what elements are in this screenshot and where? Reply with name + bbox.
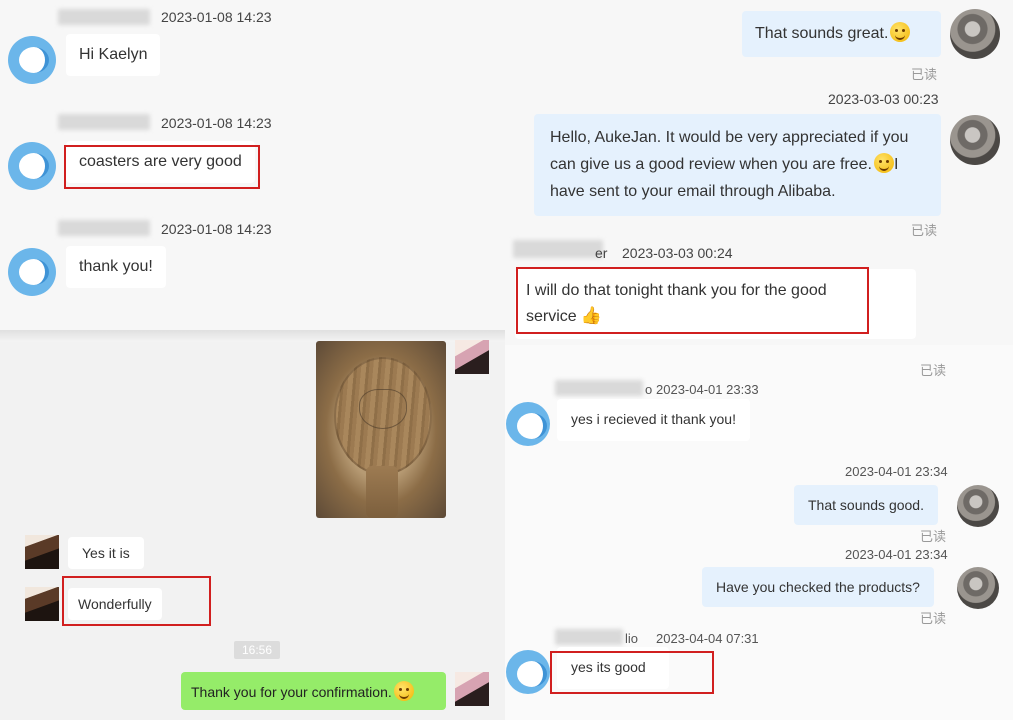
- avatar[interactable]: [506, 402, 550, 446]
- smiley-emoji-icon: [890, 22, 911, 42]
- message-time: 2023-04-01 23:34: [845, 464, 948, 479]
- own-message-bubble: That sounds great.: [742, 11, 941, 57]
- avatar[interactable]: [25, 587, 59, 621]
- screenshot-collage: 2023-01-08 14:23 Hi Kaelyn 2023-01-08 14…: [0, 0, 1013, 720]
- message-bubble: Wonderfully: [68, 588, 162, 620]
- chat-panel-bottom-right: 已读 o 2023-04-01 23:33 yes i recieved it …: [505, 345, 1013, 720]
- blurred-sender-name: [58, 114, 150, 130]
- message-time: 2023-01-08 14:23: [161, 9, 272, 25]
- coaster-handle: [366, 466, 398, 518]
- read-status: 已读: [920, 611, 947, 626]
- message-bubble: Yes it is: [68, 537, 144, 569]
- own-message-bubble: That sounds good.: [794, 485, 938, 525]
- engraving: [359, 389, 407, 429]
- message-time: 2023-03-03 00:23: [828, 91, 939, 107]
- message-bubble: yes its good: [557, 647, 669, 689]
- message-line: Hello, AukeJan. It would be very appreci…: [550, 129, 909, 146]
- message-time: 2023-01-08 14:23: [161, 221, 272, 237]
- message-line: service 👍: [526, 303, 905, 329]
- avatar[interactable]: [950, 9, 1000, 59]
- sender-fragment: er: [595, 245, 608, 261]
- own-message-bubble: Thank you for your confirmation.: [181, 672, 446, 710]
- own-message-bubble: Hello, AukeJan. It would be very appreci…: [534, 114, 941, 216]
- smiley-emoji-icon: [393, 681, 414, 701]
- message-line: I will do that tonight thank you for the…: [526, 282, 827, 299]
- message-bubble: Hi Kaelyn: [66, 34, 161, 76]
- read-status: 已读: [911, 67, 938, 82]
- avatar[interactable]: [8, 142, 56, 190]
- message-time: 2023-04-04 07:31: [656, 631, 759, 646]
- avatar[interactable]: [506, 650, 550, 694]
- avatar[interactable]: [950, 115, 1000, 165]
- own-message-bubble: Have you checked the products?: [702, 567, 934, 607]
- blurred-sender-name: [513, 240, 603, 258]
- avatar[interactable]: [455, 340, 489, 374]
- blurred-sender-name: [555, 629, 623, 645]
- message-bubble: coasters are very good: [66, 141, 255, 183]
- thumbs-up-icon: 👍: [580, 306, 602, 325]
- avatar[interactable]: [8, 248, 56, 296]
- smiley-emoji-icon: [873, 153, 894, 173]
- message-bubble: yes i recieved it thank you!: [557, 399, 750, 441]
- chat-panel-top-right: That sounds great. 已读 2023-03-03 00:23 H…: [505, 0, 1013, 345]
- product-photo[interactable]: [316, 341, 446, 518]
- sender-fragment: o: [645, 382, 653, 397]
- message-time: 2023-04-01 23:34: [845, 547, 948, 562]
- blurred-sender-name: [555, 380, 643, 396]
- message-time: 2023-03-03 00:24: [622, 245, 733, 261]
- avatar[interactable]: [8, 36, 56, 84]
- read-status: 已读: [911, 223, 938, 238]
- chat-panel-top-left: 2023-01-08 14:23 Hi Kaelyn 2023-01-08 14…: [0, 0, 505, 330]
- message-time: 2023-04-01 23:33: [656, 382, 759, 397]
- read-status: 已读: [920, 363, 947, 378]
- message-text: That sounds great.: [755, 25, 889, 42]
- avatar[interactable]: [957, 567, 999, 609]
- message-line: can give us a good review when you are f…: [550, 151, 925, 178]
- avatar[interactable]: [957, 485, 999, 527]
- message-line: have sent to your email through Alibaba.: [550, 183, 836, 200]
- sender-fragment: lio: [625, 631, 639, 646]
- time-chip: 16:56: [234, 641, 280, 659]
- message-bubble: I will do that tonight thank you for the…: [515, 269, 916, 339]
- read-status: 已读: [920, 529, 947, 544]
- message-time: 2023-01-08 14:23: [161, 115, 272, 131]
- message-text: Thank you for your confirmation.: [191, 684, 392, 700]
- blurred-sender-name: [58, 9, 150, 25]
- blurred-sender-name: [58, 220, 150, 236]
- avatar[interactable]: [25, 535, 59, 569]
- avatar[interactable]: [455, 672, 489, 706]
- message-bubble: thank you!: [66, 246, 166, 288]
